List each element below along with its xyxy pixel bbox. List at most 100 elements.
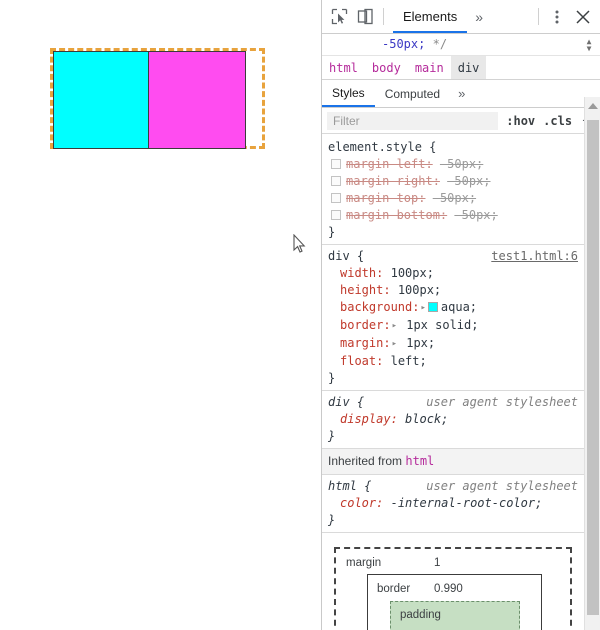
property-width[interactable]: width: 100px; (328, 265, 584, 282)
property-margin[interactable]: margin:▸ 1px; (328, 335, 584, 353)
spinner-down-icon[interactable]: ▼ (587, 44, 592, 52)
property-margin-right[interactable]: margin-right: -50px; (328, 173, 584, 190)
devtools-toolbar: Elements » (322, 0, 600, 34)
vertical-dots-icon[interactable] (544, 4, 570, 30)
close-icon[interactable] (570, 4, 596, 30)
property-name: background: (340, 300, 420, 314)
property-value[interactable]: 100px; (398, 283, 441, 297)
box-model-diagram: margin 1 border 0.990 padding (322, 533, 584, 630)
devtools-panel: Elements » -50px; */ ▲ ▼ html body main … (322, 0, 600, 630)
property-height[interactable]: height: 100px; (328, 282, 584, 299)
property-value[interactable]: left; (391, 354, 427, 368)
property-name: margin-bottom: (346, 208, 448, 222)
inherited-tag-name[interactable]: html (405, 454, 434, 468)
property-value[interactable]: 100px; (391, 266, 434, 280)
box-model-padding[interactable]: padding (390, 601, 520, 630)
property-checkbox[interactable] (331, 193, 341, 203)
dom-line-content: -50px; */ (322, 34, 600, 55)
property-checkbox[interactable] (331, 176, 341, 186)
property-value[interactable]: -internal-root-color; (391, 496, 543, 510)
breadcrumb-item-html[interactable]: html (322, 56, 365, 79)
rule-origin-label: user agent stylesheet (426, 395, 578, 409)
toolbar-divider (383, 8, 384, 25)
property-name: float: (340, 354, 384, 368)
rule-header: div { user agent stylesheet (328, 394, 584, 411)
rule-selector: element.style { (328, 140, 437, 154)
rule-source-link[interactable]: test1.html:6 (491, 248, 578, 265)
property-name: color: (340, 496, 384, 510)
rule-close-brace: } (328, 429, 336, 443)
box-model-margin[interactable]: margin 1 border 0.990 padding (334, 547, 572, 630)
breadcrumb-item-div[interactable]: div (450, 56, 487, 79)
aqua-box[interactable] (53, 51, 151, 149)
color-swatch-aqua[interactable] (427, 302, 438, 312)
scrollbar-up-button[interactable] (585, 97, 600, 114)
tab-styles[interactable]: Styles (322, 80, 375, 107)
property-value[interactable]: 1px; (406, 336, 435, 350)
property-margin-bottom[interactable]: margin-bottom: -50px; (328, 207, 584, 224)
screenshot-root: Elements » -50px; */ ▲ ▼ html body main … (0, 0, 600, 630)
filter-input[interactable] (327, 111, 499, 130)
property-name: width: (340, 266, 384, 280)
rule-div-user-agent[interactable]: div { user agent stylesheet display: blo… (322, 391, 584, 449)
property-name: height: (340, 283, 391, 297)
magenta-box[interactable] (148, 51, 246, 149)
rule-origin-label: user agent stylesheet (426, 479, 578, 493)
hov-button[interactable]: :hov (502, 114, 539, 128)
dom-tree-line[interactable]: -50px; */ ▲ ▼ (322, 34, 600, 56)
property-value[interactable]: 1px solid; (406, 318, 478, 332)
property-margin-left[interactable]: margin-left: -50px; (328, 156, 584, 173)
rule-close-brace: } (328, 513, 336, 527)
property-value[interactable]: block; (405, 412, 448, 426)
breadcrumb-item-body[interactable]: body (365, 56, 408, 79)
cls-button[interactable]: .cls (539, 114, 576, 128)
property-background[interactable]: background:▸ aqua; (328, 299, 584, 317)
property-name: margin: (340, 336, 391, 350)
device-toolbar-icon[interactable] (352, 4, 378, 30)
scrollbar-thumb[interactable] (587, 120, 599, 615)
scroll-up-arrow-icon (587, 102, 598, 109)
styles-rules-pane[interactable]: element.style { margin-left: -50px; marg… (322, 136, 584, 630)
property-checkbox[interactable] (331, 210, 341, 220)
property-border[interactable]: border:▸ 1px solid; (328, 317, 584, 335)
rule-element-style[interactable]: element.style { margin-left: -50px; marg… (322, 136, 584, 245)
box-model-margin-value[interactable]: 1 (434, 555, 440, 572)
box-model-margin-label: margin (346, 557, 382, 569)
property-value[interactable]: -50px; (454, 208, 497, 222)
property-value[interactable]: -50px; (447, 174, 490, 188)
inherited-section-header: Inherited from html (322, 449, 584, 475)
styles-filter-row: :hov .cls + (322, 108, 600, 134)
box-model-border-value[interactable]: 0.990 (434, 581, 463, 598)
property-name: border: (340, 318, 391, 332)
property-checkbox[interactable] (331, 159, 341, 169)
rule-header: element.style { (328, 139, 584, 156)
property-name: margin-right: (346, 174, 440, 188)
styles-pane-scrollbar[interactable] (584, 97, 600, 630)
property-float[interactable]: float: left; (328, 353, 584, 370)
toolbar-more-tabs-icon[interactable]: » (467, 9, 490, 25)
toolbar-divider-2 (538, 8, 539, 25)
property-name: margin-top: (346, 191, 426, 205)
rule-html-user-agent[interactable]: html { user agent stylesheet color: -int… (322, 475, 584, 533)
styles-more-tabs-icon[interactable]: » (450, 80, 472, 107)
tab-elements[interactable]: Elements (393, 1, 468, 33)
expand-triangle-icon[interactable]: ▸ (392, 336, 397, 353)
rule-selector: html { (328, 479, 372, 493)
property-margin-top[interactable]: margin-top: -50px; (328, 190, 584, 207)
dom-line-comment: */ (432, 37, 448, 51)
property-value[interactable]: aqua; (441, 300, 477, 314)
property-value[interactable]: -50px; (440, 157, 483, 171)
expand-triangle-icon[interactable]: ▸ (420, 300, 425, 317)
tab-computed[interactable]: Computed (375, 80, 450, 107)
dom-line-spinner[interactable]: ▲ ▼ (582, 36, 596, 53)
property-color[interactable]: color: -internal-root-color; (328, 495, 584, 512)
rule-close-brace: } (328, 225, 336, 239)
property-display[interactable]: display: block; (328, 411, 584, 428)
inspect-cursor-icon[interactable] (326, 4, 352, 30)
inherited-prefix: Inherited from (328, 454, 406, 468)
rendered-page-viewport[interactable] (0, 0, 322, 630)
expand-triangle-icon[interactable]: ▸ (392, 318, 397, 335)
property-value[interactable]: -50px; (433, 191, 476, 205)
rule-div-author[interactable]: div { test1.html:6 width: 100px; height:… (322, 245, 584, 391)
breadcrumb-item-main[interactable]: main (408, 56, 451, 79)
